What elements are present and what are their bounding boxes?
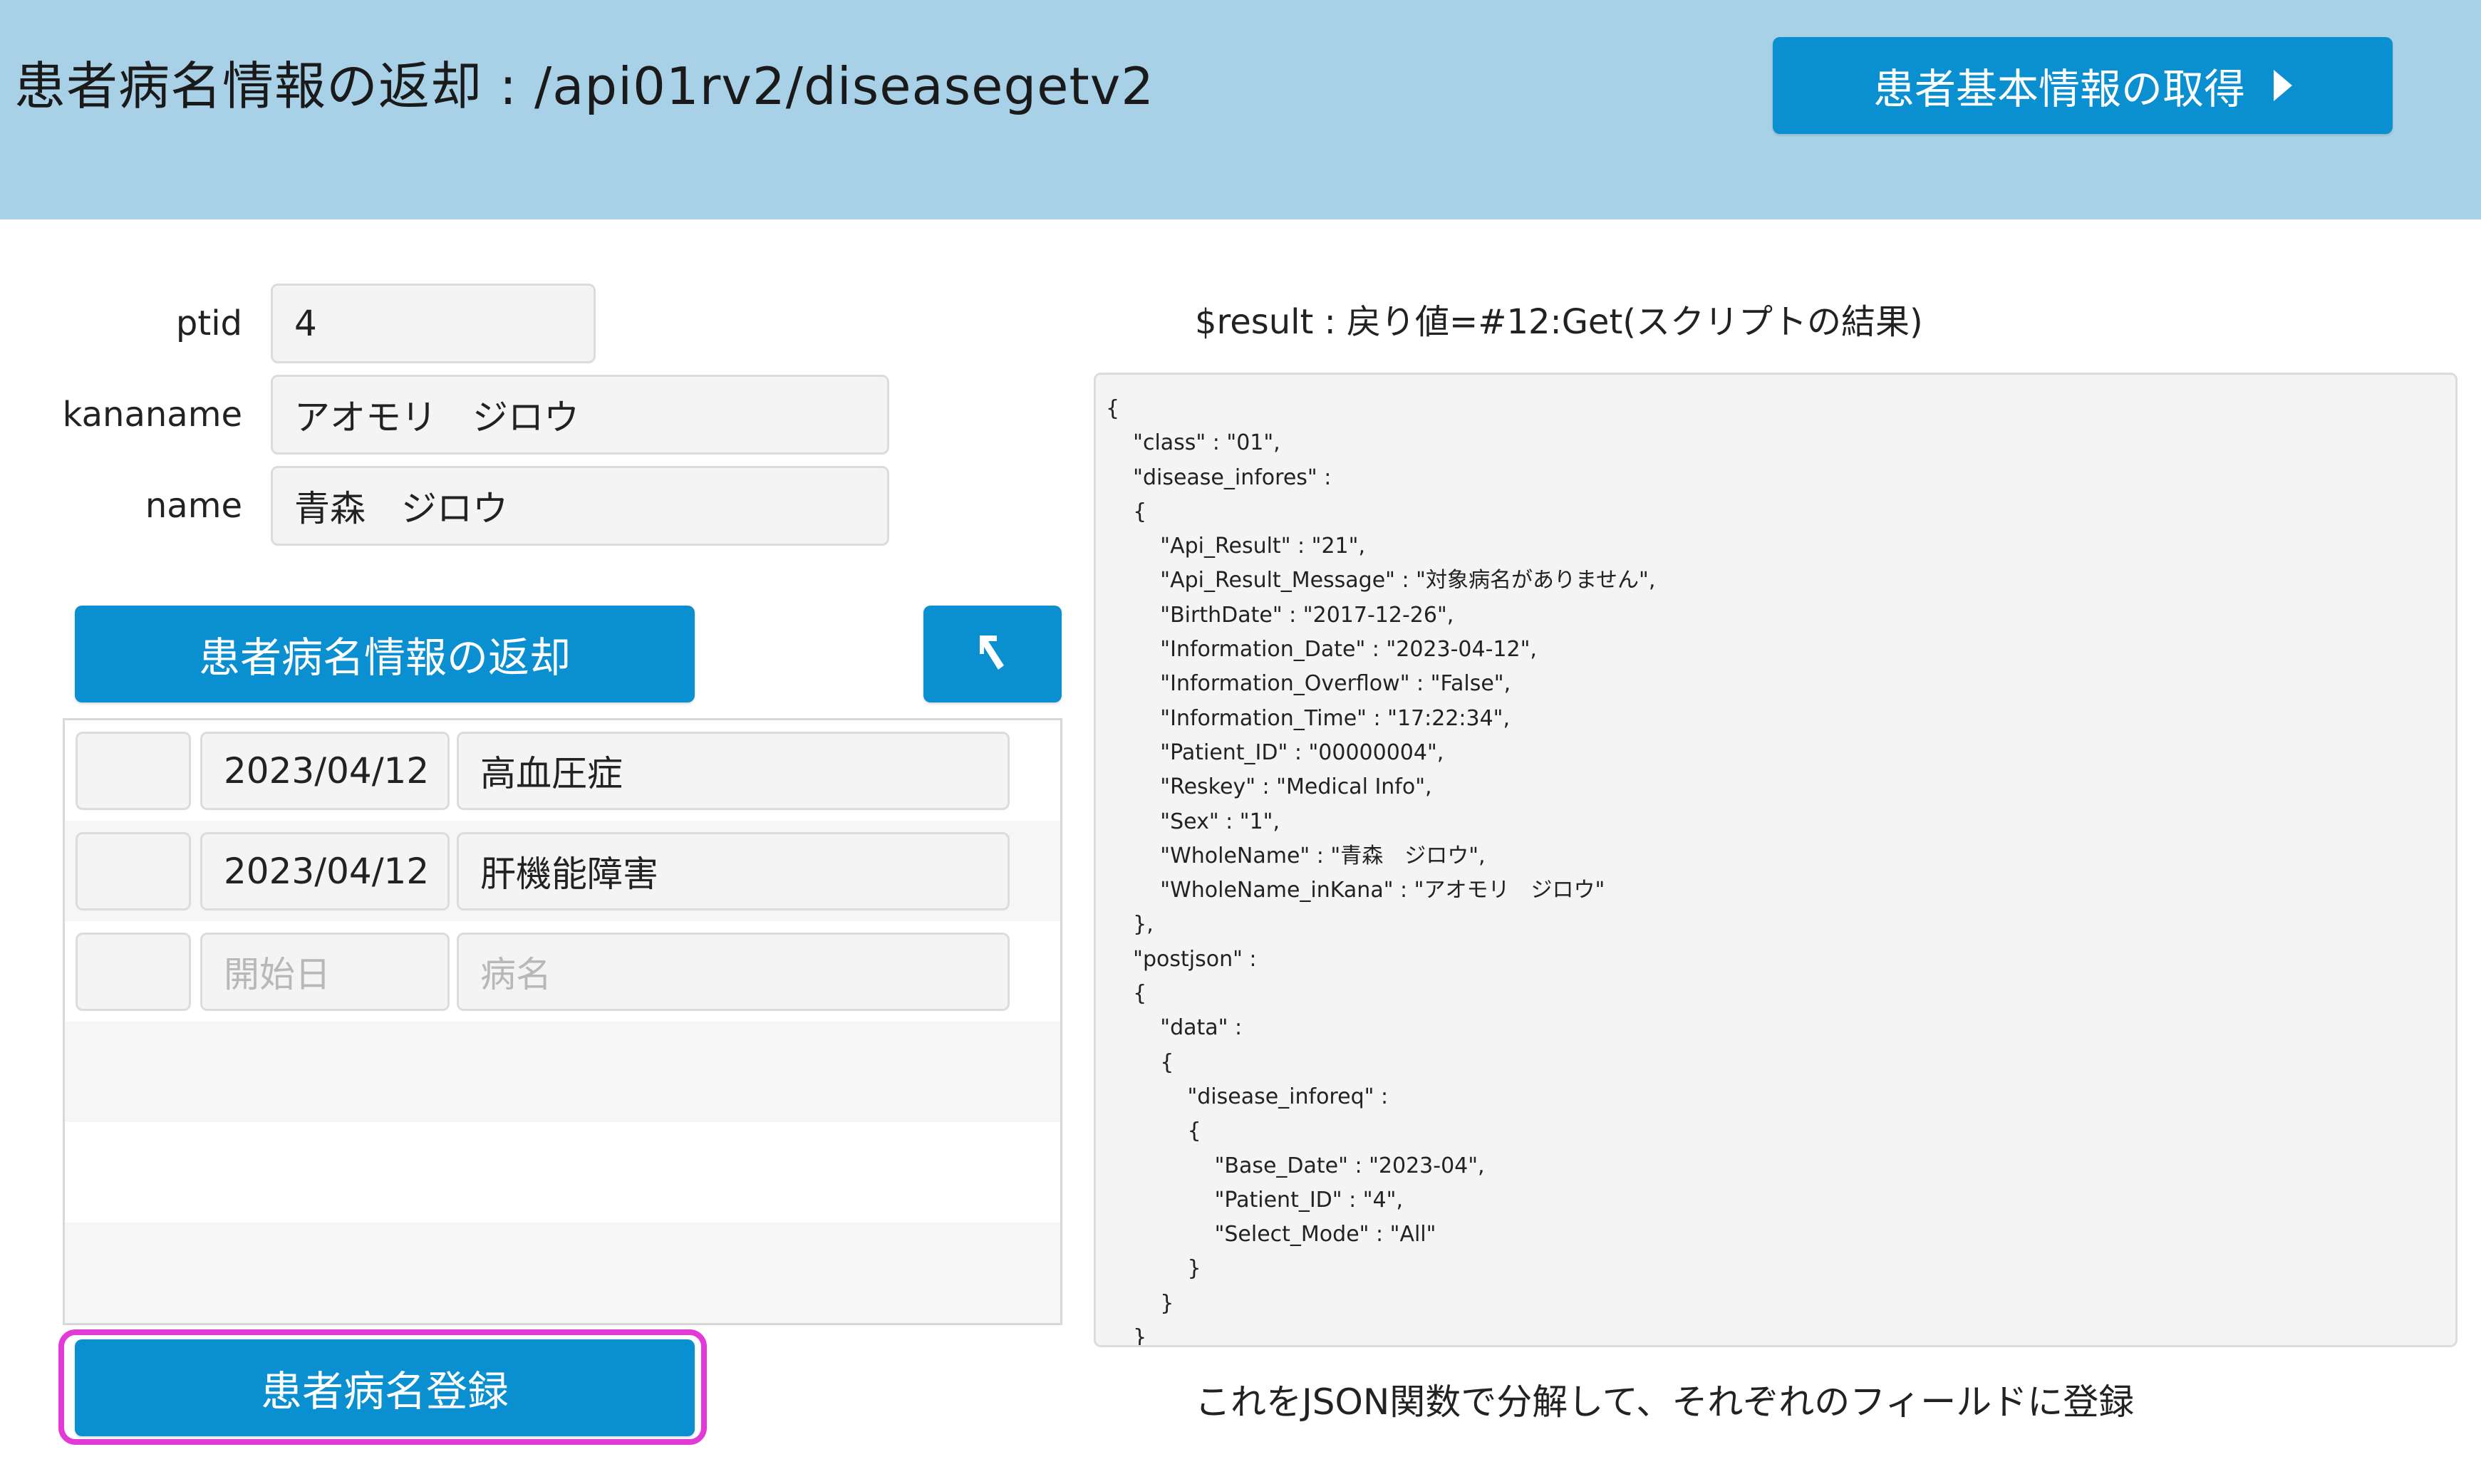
name-label: name <box>145 486 242 526</box>
portal-row-empty <box>65 1022 1060 1122</box>
ptid-label: ptid <box>175 303 242 343</box>
portal-row-date[interactable]: 2023/04/12 <box>200 832 450 910</box>
page-title: 患者病名情報の返却 : /api01rv2/diseasegetv2 <box>14 56 1155 116</box>
portal-new-checkbox[interactable] <box>76 933 191 1011</box>
json-result-text: { "class" : "01", "disease_infores" : { … <box>1106 396 1656 1347</box>
back-button[interactable] <box>923 606 1062 702</box>
kananame-field[interactable]: アオモリ ジロウ <box>271 375 889 455</box>
note-text: これをJSON関数で分解して、それぞれのフィールドに登録 <box>1195 1381 2135 1423</box>
portal-row-disease[interactable]: 肝機能障害 <box>457 832 1010 910</box>
name-field[interactable]: 青森 ジロウ <box>271 466 889 546</box>
back-arrow-icon <box>980 635 1004 670</box>
json-result-field[interactable]: { "class" : "01", "disease_infores" : { … <box>1094 373 2457 1347</box>
portal-new-disease[interactable]: 病名 <box>457 933 1010 1011</box>
ptid-field[interactable]: 4 <box>271 284 596 363</box>
header-bar: 患者病名情報の返却 : /api01rv2/diseasegetv2 患者基本情… <box>0 0 2481 219</box>
get-patient-basic-info-button[interactable]: 患者基本情報の取得 <box>1773 37 2393 134</box>
portal-row: 2023/04/12 高血圧症 <box>65 720 1060 821</box>
register-disease-button[interactable]: 患者病名登録 <box>75 1339 695 1436</box>
portal-row-empty <box>65 1223 1060 1323</box>
portal-row-new: 開始日 病名 <box>65 921 1060 1022</box>
return-disease-info-button[interactable]: 患者病名情報の返却 <box>75 606 695 702</box>
portal-row-disease[interactable]: 高血圧症 <box>457 732 1010 810</box>
register-disease-label: 患者病名登録 <box>260 1367 509 1416</box>
portal-row-checkbox[interactable] <box>76 832 191 910</box>
disease-portal: 2023/04/12 高血圧症 2023/04/12 肝機能障害 開始日 病名 <box>63 718 1062 1325</box>
basic-info-button-label: 患者基本情報の取得 <box>1873 65 2245 113</box>
play-arrow-icon <box>2274 70 2292 101</box>
result-label: $result : 戻り値=#12:Get(スクリプトの結果) <box>1195 302 1923 342</box>
portal-new-date[interactable]: 開始日 <box>200 933 450 1011</box>
kananame-label: kananame <box>62 395 242 435</box>
portal-row-checkbox[interactable] <box>76 732 191 810</box>
return-disease-info-label: 患者病名情報の返却 <box>198 633 571 682</box>
portal-row-empty <box>65 1122 1060 1223</box>
portal-row-date[interactable]: 2023/04/12 <box>200 732 450 810</box>
portal-row: 2023/04/12 肝機能障害 <box>65 821 1060 921</box>
